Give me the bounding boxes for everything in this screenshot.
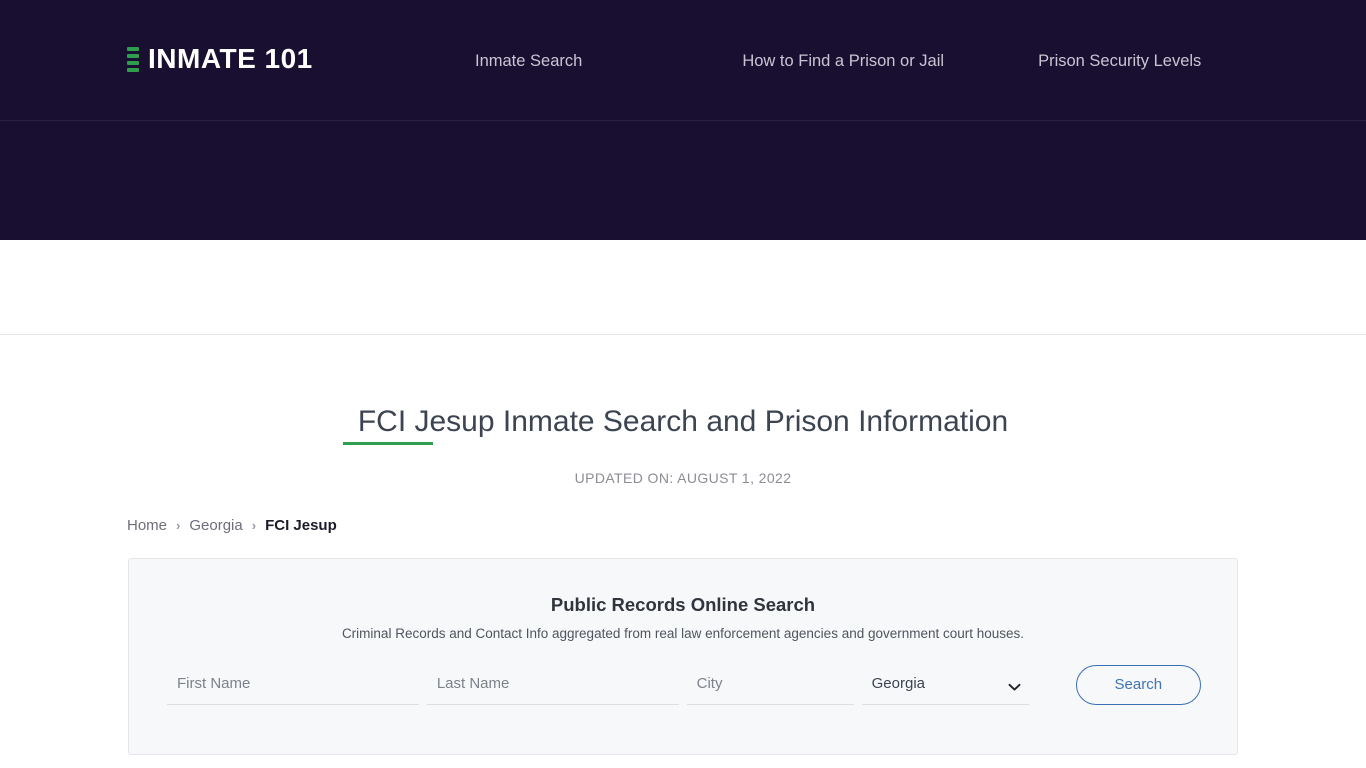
breadcrumb-item-georgia[interactable]: Georgia [189,516,242,536]
nav-item-inmate-search[interactable]: Inmate Search [460,47,597,75]
city-input[interactable] [686,667,854,705]
public-records-form: Georgia Search [167,665,1201,705]
title-accent-rule [343,442,433,445]
site-logo[interactable]: INMATE 101 [127,44,313,74]
site-header: INMATE 101 Inmate Search How to Find a P… [0,0,1366,121]
nav-item-prison-security-levels[interactable]: Prison Security Levels [1023,47,1216,75]
card-title: Public Records Online Search [550,594,816,615]
breadcrumb-item-home[interactable]: Home [127,516,167,536]
page-title: FCI Jesup Inmate Search and Prison Infor… [357,405,1009,438]
breadcrumb: Home › Georgia › FCI Jesup [127,516,337,536]
state-select[interactable]: Georgia [861,667,1029,704]
nav-item-how-to-find-a-prison-or-jail[interactable]: How to Find a Prison or Jail [727,47,959,75]
first-name-input[interactable] [167,667,419,705]
search-button[interactable]: Search [1075,665,1201,705]
logo-text: INMATE 101 [148,43,313,74]
lookup-search-strip: Inmate Lookup Service [0,121,1366,321]
logo-bars-icon [127,44,139,74]
breadcrumb-item-current: FCI Jesup [265,517,337,534]
updated-on-text: UPDATED ON: AUGUST 1, 2022 [574,470,792,486]
chevron-right-icon: › [251,518,257,533]
card-subtitle: Criminal Records and Contact Info aggreg… [341,626,1025,641]
last-name-input[interactable] [426,667,679,705]
public-records-card: Public Records Online Search Criminal Re… [128,558,1238,755]
chevron-right-icon: › [176,518,181,533]
state-select-wrapper: Georgia [861,667,1029,705]
main-navigation: Inmate Search How to Find a Prison or Ja… [460,47,1216,75]
breadcrumb-bar: Home › Georgia › FCI Jesup [0,240,1366,534]
